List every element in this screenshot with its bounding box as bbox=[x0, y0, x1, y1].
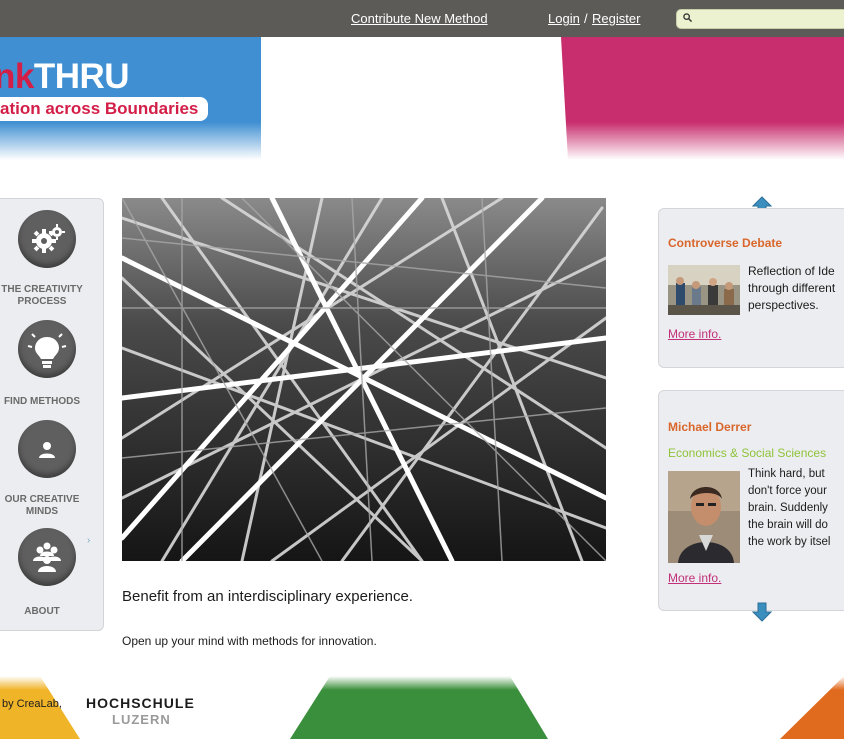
nav-label-about: ABOUT bbox=[24, 606, 60, 617]
nav-label-our-creative-minds: OUR CREATIVE MINDS bbox=[4, 494, 80, 517]
person-name[interactable]: Michael Derrer bbox=[668, 420, 751, 434]
hero-image bbox=[122, 198, 606, 561]
hochschule-logo-line2[interactable]: LUZERN bbox=[112, 712, 171, 727]
method-desc-line: through different bbox=[748, 281, 836, 295]
header-banner: nkTHRU ation across Boundaries bbox=[0, 37, 844, 160]
hochschule-logo-line1[interactable]: HOCHSCHULE bbox=[86, 695, 195, 711]
person-quote-line: brain. Suddenly bbox=[748, 502, 828, 514]
page-headline: Benefit from an interdisciplinary experi… bbox=[122, 588, 413, 605]
logo-tagline: ation across Boundaries bbox=[0, 97, 209, 121]
gears-icon bbox=[18, 210, 76, 268]
top-bar: Contribute New Method Login / Register bbox=[0, 0, 844, 37]
search-box[interactable] bbox=[676, 9, 844, 29]
creative-mind-panel: Michael Derrer Economics & Social Scienc… bbox=[658, 390, 844, 611]
logo-text-part1: nk bbox=[0, 57, 34, 96]
nav-label-find-methods: FIND METHODS bbox=[3, 396, 81, 407]
person-icon bbox=[18, 420, 76, 478]
login-link[interactable]: Login bbox=[548, 11, 580, 26]
page-subheadline: Open up your mind with methods for innov… bbox=[122, 634, 377, 648]
person-quote: Think hard, but don't force your brain. … bbox=[748, 466, 844, 551]
scroll-down-arrow-icon[interactable] bbox=[752, 602, 772, 622]
person-more-info-link[interactable]: More info. bbox=[668, 571, 721, 585]
method-more-info-link[interactable]: More info. bbox=[668, 327, 721, 341]
method-desc-line: perspectives. bbox=[748, 298, 819, 312]
register-link[interactable]: Register bbox=[592, 11, 640, 26]
person-quote-line: don't force your bbox=[748, 485, 827, 497]
contribute-new-method-link[interactable]: Contribute New Method bbox=[351, 11, 488, 26]
steel-lattice-photo bbox=[122, 198, 606, 561]
method-panel: Controverse Debate Reflection of Ide thr… bbox=[658, 208, 844, 368]
site-logo[interactable]: nkTHRU bbox=[0, 57, 130, 97]
person-quote-line: the work by itsel bbox=[748, 536, 831, 548]
footer: by CreaLab, HOCHSCHULE LUZERN bbox=[0, 676, 844, 739]
method-description: Reflection of Ide through different pers… bbox=[748, 263, 844, 314]
method-desc-line: Reflection of Ide bbox=[748, 264, 835, 278]
lightbulb-icon bbox=[18, 320, 76, 378]
method-thumbnail bbox=[668, 265, 740, 315]
nav-expand-icon[interactable]: › bbox=[87, 535, 90, 546]
person-portrait bbox=[668, 471, 740, 563]
footer-credit: by CreaLab, bbox=[2, 698, 62, 710]
logo-text-part2: THRU bbox=[33, 57, 130, 96]
person-quote-line: the brain will do bbox=[748, 519, 828, 531]
person-quote-line: Think hard, but bbox=[748, 468, 825, 480]
nav-label-creativity-process: THE CREATIVITY PROCESS bbox=[1, 284, 83, 307]
search-input[interactable] bbox=[697, 10, 844, 28]
search-icon bbox=[683, 13, 692, 22]
method-title[interactable]: Controverse Debate bbox=[668, 236, 782, 250]
login-separator: / bbox=[584, 11, 588, 26]
people-icon bbox=[18, 528, 76, 586]
person-field: Economics & Social Sciences bbox=[668, 446, 827, 460]
